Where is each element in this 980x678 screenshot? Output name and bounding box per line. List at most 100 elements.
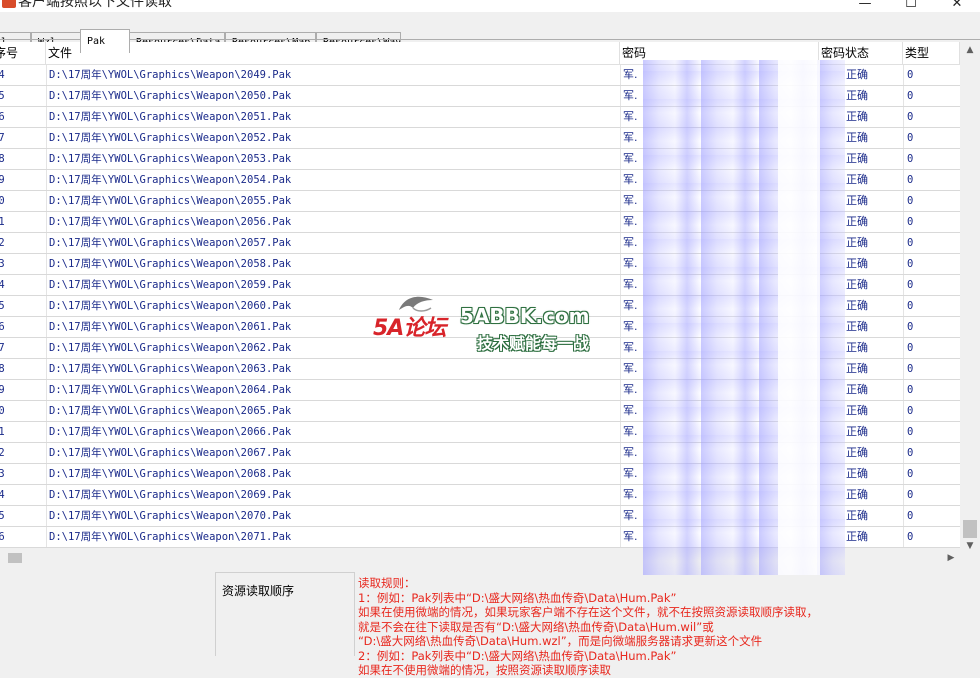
- cell-password-status: 正确: [846, 257, 868, 270]
- minimize-button[interactable]: —: [842, 0, 888, 12]
- cell-index: 68: [0, 153, 5, 165]
- cell-type: 0: [907, 111, 914, 123]
- vertical-scrollbar[interactable]: ▲ ▼: [960, 42, 980, 554]
- rules-line: 1：例如：Pak列表中“D:\盛大网络\热血传奇\Data\Hum.Pak”: [358, 590, 677, 605]
- cell-password-status: 正确: [846, 299, 868, 312]
- cell-index: 75: [0, 300, 5, 312]
- cell-file: D:\17周年\YWOL\Graphics\Weapon\2058.Pak: [49, 258, 292, 270]
- cell-type: 0: [907, 447, 914, 459]
- cell-index: 65: [0, 90, 5, 102]
- cell-password-status: 正确: [846, 89, 868, 102]
- cell-file: D:\17周年\YWOL\Graphics\Weapon\2069.Pak: [49, 489, 292, 501]
- title-bar: 客户端按照以下文件读取 — ☐ ✕: [0, 0, 980, 12]
- cell-password-status: 正确: [846, 278, 868, 291]
- cell-index: 86: [0, 531, 5, 543]
- cell-index: 79: [0, 384, 5, 396]
- cell-index: 77: [0, 342, 5, 354]
- watermark-logo: 5A论坛: [373, 316, 446, 341]
- tab-strip: l Wzl Pak Resources\Data Resources\Map R…: [0, 12, 980, 53]
- rules-line: 读取规则：: [358, 576, 416, 590]
- cell-file: D:\17周年\YWOL\Graphics\Weapon\2066.Pak: [49, 426, 292, 438]
- cell-password-status: 正确: [846, 110, 868, 123]
- maximize-button[interactable]: ☐: [888, 0, 934, 12]
- cell-file: D:\17周年\YWOL\Graphics\Weapon\2051.Pak: [49, 111, 292, 123]
- col-header-type[interactable]: 类型: [903, 42, 960, 64]
- cell-type: 0: [907, 195, 914, 207]
- cell-password-status: 正确: [846, 425, 868, 438]
- cell-type: 0: [907, 342, 914, 354]
- cell-password-status: 正确: [846, 488, 868, 501]
- cell-password-status: 正确: [846, 404, 868, 417]
- cell-type: 0: [907, 153, 914, 165]
- cell-file: D:\17周年\YWOL\Graphics\Weapon\2050.Pak: [49, 90, 292, 102]
- cell-type: 0: [907, 90, 914, 102]
- cell-index: 82: [0, 447, 5, 459]
- cell-index: 80: [0, 405, 5, 417]
- cell-index: 74: [0, 279, 5, 291]
- cell-index: 83: [0, 468, 5, 480]
- watermark-slogan: 技术赋能每一战: [477, 334, 590, 353]
- scroll-right-arrow-icon[interactable]: ▶: [942, 548, 960, 568]
- cell-type: 0: [907, 216, 914, 228]
- cell-password-status: 正确: [846, 215, 868, 228]
- cell-type: 0: [907, 510, 914, 522]
- cell-file: D:\17周年\YWOL\Graphics\Weapon\2055.Pak: [49, 195, 292, 207]
- col-header-password-status[interactable]: 密码状态: [819, 42, 903, 64]
- scroll-up-arrow-icon[interactable]: ▲: [960, 42, 980, 58]
- cell-type: 0: [907, 384, 914, 396]
- cell-password-status: 正确: [846, 341, 868, 354]
- cell-file: D:\17周年\YWOL\Graphics\Weapon\2064.Pak: [49, 384, 292, 396]
- scroll-down-arrow-icon[interactable]: ▼: [960, 538, 980, 554]
- cell-password-status: 正确: [846, 320, 868, 333]
- app-icon: [2, 0, 16, 8]
- cell-file: D:\17周年\YWOL\Graphics\Weapon\2067.Pak: [49, 447, 292, 459]
- rules-line: 2：例如：Pak列表中“D:\盛大网络\热血传奇\Data\Hum.Pak”: [358, 648, 677, 663]
- read-rules: 读取规则： 1：例如：Pak列表中“D:\盛大网络\热血传奇\Data\Hum.…: [358, 576, 818, 678]
- tab-divider: [0, 39, 980, 40]
- col-header-file[interactable]: 文件: [46, 42, 620, 64]
- cell-file: D:\17周年\YWOL\Graphics\Weapon\2052.Pak: [49, 132, 292, 144]
- resource-order-label: 资源读取顺序: [222, 584, 295, 598]
- cell-index: 64: [0, 69, 5, 81]
- cell-file: D:\17周年\YWOL\Graphics\Weapon\2049.Pak: [49, 69, 292, 81]
- cell-index: 84: [0, 489, 5, 501]
- vertical-scroll-thumb[interactable]: [963, 520, 977, 538]
- cell-type: 0: [907, 237, 914, 249]
- tab-pak[interactable]: Pak: [80, 29, 130, 53]
- rules-line: 如果在不使用微端的情况，按照资源读取顺序读取: [358, 663, 611, 677]
- cell-file: D:\17周年\YWOL\Graphics\Weapon\2068.Pak: [49, 468, 292, 480]
- cell-password-status: 正确: [846, 530, 868, 543]
- cell-password-status: 正确: [846, 362, 868, 375]
- cell-file: D:\17周年\YWOL\Graphics\Weapon\2071.Pak: [49, 531, 292, 543]
- cell-type: 0: [907, 468, 914, 480]
- cell-index: 85: [0, 510, 5, 522]
- window-title: 客户端按照以下文件读取: [18, 0, 172, 10]
- cell-type: 0: [907, 279, 914, 291]
- cell-type: 0: [907, 531, 914, 543]
- cell-index: 66: [0, 111, 5, 123]
- cell-password-status: 正确: [846, 152, 868, 165]
- cell-index: 76: [0, 321, 5, 333]
- close-button[interactable]: ✕: [934, 0, 980, 12]
- rules-line: 如果在使用微端的情况，如果玩家客户端不存在这个文件，就不在按照资源读取顺序读取，: [358, 605, 818, 619]
- cell-file: D:\17周年\YWOL\Graphics\Weapon\2070.Pak: [49, 510, 292, 522]
- cell-file: D:\17周年\YWOL\Graphics\Weapon\2053.Pak: [49, 153, 292, 165]
- cell-password-status: 正确: [846, 509, 868, 522]
- cell-file: D:\17周年\YWOL\Graphics\Weapon\2065.Pak: [49, 405, 292, 417]
- cell-index: 70: [0, 195, 5, 207]
- cell-type: 0: [907, 363, 914, 375]
- cell-type: 0: [907, 132, 914, 144]
- rules-line: “D:\盛大网络\热血传奇\Data\Hum.wzl”，而是向微端服务器请求更新…: [358, 634, 763, 648]
- cell-type: 0: [907, 489, 914, 501]
- cell-password-status: 正确: [846, 467, 868, 480]
- col-header-index[interactable]: 序号: [0, 42, 46, 64]
- redaction-mosaic-gap: [778, 60, 820, 575]
- cell-index: 71: [0, 216, 5, 228]
- cell-password-status: 正确: [846, 383, 868, 396]
- cell-password-status: 正确: [846, 194, 868, 207]
- cell-password-status: 正确: [846, 173, 868, 186]
- horizontal-scroll-thumb[interactable]: [8, 553, 22, 563]
- cell-type: 0: [907, 300, 914, 312]
- cell-index: 78: [0, 363, 5, 375]
- watermark: 5A论坛 5ABBK.com 技术赋能每一战: [365, 288, 615, 378]
